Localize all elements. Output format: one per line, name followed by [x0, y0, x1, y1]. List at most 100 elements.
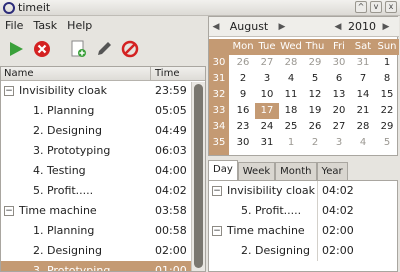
table-row[interactable]: 5. Profit..... 04:02 [209, 201, 397, 221]
tab-year[interactable]: Year [316, 162, 348, 180]
table-row[interactable]: 4. Testing 04:00 [1, 161, 191, 181]
table-row[interactable]: 1. Planning 00:58 [1, 221, 191, 241]
row-time: 04:02 [155, 184, 187, 197]
menu-help[interactable]: Help [62, 19, 97, 32]
calendar-day[interactable]: 6 [327, 71, 351, 87]
table-row[interactable]: 3. Prototyping 06:03 [1, 141, 191, 161]
next-year-icon[interactable]: ▶ [379, 22, 393, 32]
column-header-name[interactable]: Name [1, 67, 151, 80]
row-name-cell: − Invisibility cloak [1, 81, 151, 101]
calendar-day[interactable]: 2 [231, 71, 255, 87]
tab-week[interactable]: Week [237, 162, 276, 180]
calendar-day[interactable]: 26 [303, 119, 327, 135]
calendar-day[interactable]: 29 [303, 55, 327, 71]
calendar-day[interactable]: 22 [375, 103, 399, 119]
collapse-icon[interactable]: − [212, 226, 222, 236]
calendar-day[interactable]: 17 [255, 103, 279, 119]
calendar-day[interactable]: 27 [255, 55, 279, 71]
calendar-day[interactable]: 7 [351, 71, 375, 87]
table-row[interactable]: − Time machine 02:00 [209, 221, 397, 241]
calendar-day[interactable]: 30 [327, 55, 351, 71]
tab-month[interactable]: Month [275, 162, 317, 180]
delete-task-button[interactable] [118, 37, 142, 61]
calendar-day[interactable]: 28 [351, 119, 375, 135]
row-name-cell: 5. Profit..... [209, 201, 317, 221]
calendar-day[interactable]: 31 [351, 55, 375, 71]
add-task-icon [71, 40, 86, 57]
collapse-icon[interactable]: − [212, 186, 222, 196]
calendar-day[interactable]: 20 [327, 103, 351, 119]
scrollbar-thumb[interactable] [194, 84, 203, 268]
calendar-day[interactable]: 9 [231, 87, 255, 103]
row-label: Invisibility cloak [227, 184, 315, 197]
table-row[interactable]: 2. Designing 02:00 [1, 241, 191, 261]
calendar-day[interactable]: 31 [255, 135, 279, 151]
calendar-day[interactable]: 3 [255, 71, 279, 87]
minimize-button[interactable]: ^ [355, 1, 367, 13]
table-row[interactable]: − Invisibility cloak 23:59 [1, 81, 191, 101]
calendar-day[interactable]: 1 [279, 135, 303, 151]
calendar-day[interactable]: 25 [279, 119, 303, 135]
restore-button[interactable]: v [370, 1, 382, 13]
collapse-icon[interactable]: − [4, 206, 14, 216]
column-header-time[interactable]: Time [151, 67, 191, 80]
calendar-day[interactable]: 8 [375, 71, 399, 87]
calendar-day[interactable]: 15 [375, 87, 399, 103]
menu-task[interactable]: Task [28, 19, 62, 32]
table-row[interactable]: − Invisibility cloak 04:02 [209, 181, 397, 201]
calendar-day[interactable]: 3 [327, 135, 351, 151]
calendar-day[interactable]: 14 [351, 87, 375, 103]
table-row[interactable]: 2. Designing 02:00 [209, 241, 397, 261]
task-tree[interactable]: Name Time − Invisibility cloak 23:59 1. Pla… [0, 66, 206, 272]
prev-month-icon[interactable]: ◀ [209, 22, 223, 32]
calendar-day[interactable]: 26 [231, 55, 255, 71]
row-label: 1. Planning [33, 104, 95, 117]
tree-scrollbar[interactable] [191, 82, 205, 271]
calendar-day[interactable]: 5 [303, 71, 327, 87]
row-name-cell: 1. Planning [1, 221, 151, 241]
table-row[interactable]: 2. Designing 04:49 [1, 121, 191, 141]
row-label: 2. Designing [241, 244, 310, 257]
table-row[interactable]: 3. Prototyping 01:00 [1, 261, 191, 272]
calendar-day[interactable]: 24 [255, 119, 279, 135]
period-tabs: Day Week Month Year [208, 160, 398, 180]
calendar-day[interactable]: 4 [351, 135, 375, 151]
calendar-day[interactable]: 30 [231, 135, 255, 151]
close-button[interactable]: x [385, 1, 397, 13]
calendar-day[interactable]: 18 [279, 103, 303, 119]
delete-icon [121, 40, 139, 58]
tab-day[interactable]: Day [208, 160, 238, 180]
calendar-day[interactable]: 10 [255, 87, 279, 103]
add-task-button[interactable] [66, 37, 90, 61]
table-row[interactable]: 1. Planning 05:05 [1, 101, 191, 121]
summary-tree[interactable]: − Invisibility cloak 04:02 5. Profit..... 04… [208, 180, 398, 272]
calendar-day[interactable]: 29 [375, 119, 399, 135]
row-label: 3. Prototyping [33, 264, 111, 272]
calendar-day[interactable]: 27 [327, 119, 351, 135]
next-month-icon[interactable]: ▶ [275, 22, 289, 32]
calendar-day[interactable]: 12 [303, 87, 327, 103]
calendar-day[interactable]: 2 [303, 135, 327, 151]
row-name-cell: − Invisibility cloak [209, 181, 317, 201]
table-row[interactable]: 5. Profit..... 04:02 [1, 181, 191, 201]
edit-task-button[interactable] [92, 37, 116, 61]
calendar-day[interactable]: 4 [279, 71, 303, 87]
row-name-cell: 2. Designing [1, 241, 151, 261]
calendar-day[interactable]: 28 [279, 55, 303, 71]
calendar-day[interactable]: 1 [375, 55, 399, 71]
weekday-label: Sun [377, 41, 397, 52]
collapse-icon[interactable]: − [4, 86, 14, 96]
menu-file[interactable]: File [0, 19, 28, 32]
prev-year-icon[interactable]: ◀ [331, 22, 345, 32]
calendar-day[interactable]: 19 [303, 103, 327, 119]
start-button[interactable] [4, 37, 28, 61]
calendar-day[interactable]: 13 [327, 87, 351, 103]
weekday-label: Mon [232, 41, 254, 52]
calendar-day[interactable]: 23 [231, 119, 255, 135]
calendar-day[interactable]: 11 [279, 87, 303, 103]
table-row[interactable]: − Time machine 03:58 [1, 201, 191, 221]
calendar-day[interactable]: 5 [375, 135, 399, 151]
calendar-day[interactable]: 21 [351, 103, 375, 119]
stop-button[interactable] [30, 37, 54, 61]
calendar-day[interactable]: 16 [231, 103, 255, 119]
